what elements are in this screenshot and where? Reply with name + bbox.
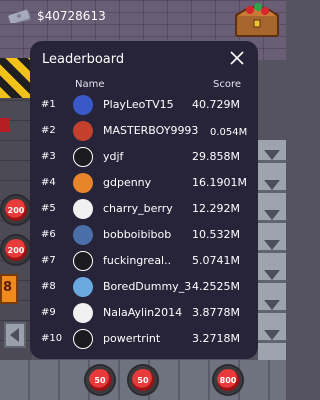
rank-label: #7	[41, 255, 56, 266]
upgrade-button-800[interactable]: 800	[214, 366, 242, 394]
rank-label: #8	[41, 281, 56, 292]
arrow-down-icon	[264, 330, 280, 340]
player-name: powertrint	[103, 332, 161, 345]
player-avatar-1	[73, 95, 93, 115]
player-avatar-7	[73, 251, 93, 271]
player-score: 3.8778M	[192, 306, 240, 319]
arrow-down-icon	[264, 270, 280, 280]
upgrade-button-label: 800	[219, 375, 237, 385]
player-score: 3.2718M	[192, 332, 240, 345]
player-avatar-3	[73, 147, 93, 167]
player-score: 0.054M	[210, 127, 248, 138]
rank-label: #10	[41, 333, 63, 344]
player-name: ydjf	[103, 150, 124, 163]
value-tile: 8	[0, 274, 18, 304]
leaderboard-row: #7 fuckingreal.. 5.0741M	[30, 249, 258, 275]
leaderboard-row: #8 BoredDummy_3 4.2525M	[30, 275, 258, 301]
player-avatar-2	[73, 121, 93, 141]
leaderboard-row: #3 ydjf 29.858M	[30, 145, 258, 171]
player-name: MASTERBOY9993	[103, 124, 199, 137]
player-avatar-9	[73, 303, 93, 323]
cash-stack-icon	[8, 9, 31, 23]
player-score: 10.532M	[192, 228, 240, 241]
upgrade-button-label: 200	[7, 205, 25, 215]
value-tile-label: 8	[3, 280, 13, 295]
leaderboard-row: #1 PlayLeoTV15 40.729M	[30, 93, 258, 119]
arrow-down-icon	[264, 240, 280, 250]
red-block	[0, 118, 10, 132]
rank-label: #3	[41, 151, 56, 162]
rank-label: #4	[41, 177, 56, 188]
rank-label: #1	[41, 99, 56, 110]
player-name: gdpenny	[103, 176, 152, 189]
upgrade-button-label: 50	[137, 375, 149, 385]
player-name: charry_berry	[103, 202, 173, 215]
player-name: bobboibibob	[103, 228, 172, 241]
leaderboard-row: #6 bobboibibob 10.532M	[30, 223, 258, 249]
rank-label: #2	[41, 125, 56, 136]
column-header-score: Score	[213, 79, 242, 90]
column-header-name: Name	[75, 79, 105, 90]
player-avatar-4	[73, 173, 93, 193]
leaderboard-row: #9 NalaAylin2014 3.8778M	[30, 301, 258, 327]
player-avatar-10	[73, 329, 93, 349]
upgrade-button-200-bottom[interactable]: 200	[2, 236, 30, 264]
player-avatar-6	[73, 225, 93, 245]
rank-label: #6	[41, 229, 56, 240]
rank-label: #9	[41, 307, 56, 318]
arrow-down-icon	[264, 180, 280, 190]
leaderboard-row: #5 charry_berry 12.292M	[30, 197, 258, 223]
upgrade-button-label: 50	[94, 375, 106, 385]
player-score: 12.292M	[192, 202, 240, 215]
player-score: 5.0741M	[192, 254, 240, 267]
player-name: PlayLeoTV15	[103, 98, 174, 111]
treasure-chest-icon[interactable]	[232, 0, 282, 38]
close-icon[interactable]	[228, 49, 246, 67]
arrow-down-icon	[264, 210, 280, 220]
player-name: fuckingreal..	[103, 254, 172, 267]
leaderboard-row: #10 powertrint 3.2718M	[30, 327, 258, 353]
leaderboard-panel: Leaderboard Name Score #1 PlayLeoTV15 40…	[30, 41, 258, 359]
player-score: 4.2525M	[192, 280, 240, 293]
upgrade-button-200-top[interactable]: 200	[2, 196, 30, 224]
player-name: NalaAylin2014	[103, 306, 183, 319]
upgrade-button-label: 200	[7, 245, 25, 255]
upgrade-button-50-right[interactable]: 50	[129, 366, 157, 394]
leaderboard-row: #4 gdpenny 16.1901M	[30, 171, 258, 197]
player-score: 29.858M	[192, 150, 240, 163]
player-avatar-8	[73, 277, 93, 297]
arrow-left-icon	[4, 322, 26, 348]
leaderboard-title: Leaderboard	[42, 52, 125, 67]
player-name: BoredDummy_3	[103, 280, 192, 293]
arrow-down-icon	[264, 300, 280, 310]
hazard-stripes	[0, 58, 30, 98]
money-counter: $40728613	[37, 9, 106, 23]
upgrade-button-50-left[interactable]: 50	[86, 366, 114, 394]
conveyor-left	[0, 60, 32, 400]
player-score: 40.729M	[192, 98, 240, 111]
player-avatar-5	[73, 199, 93, 219]
rank-label: #5	[41, 203, 56, 214]
player-score: 16.1901M	[192, 176, 247, 189]
leaderboard-row: #2 MASTERBOY9993 0.054M	[30, 119, 258, 145]
arrow-down-icon	[264, 150, 280, 160]
